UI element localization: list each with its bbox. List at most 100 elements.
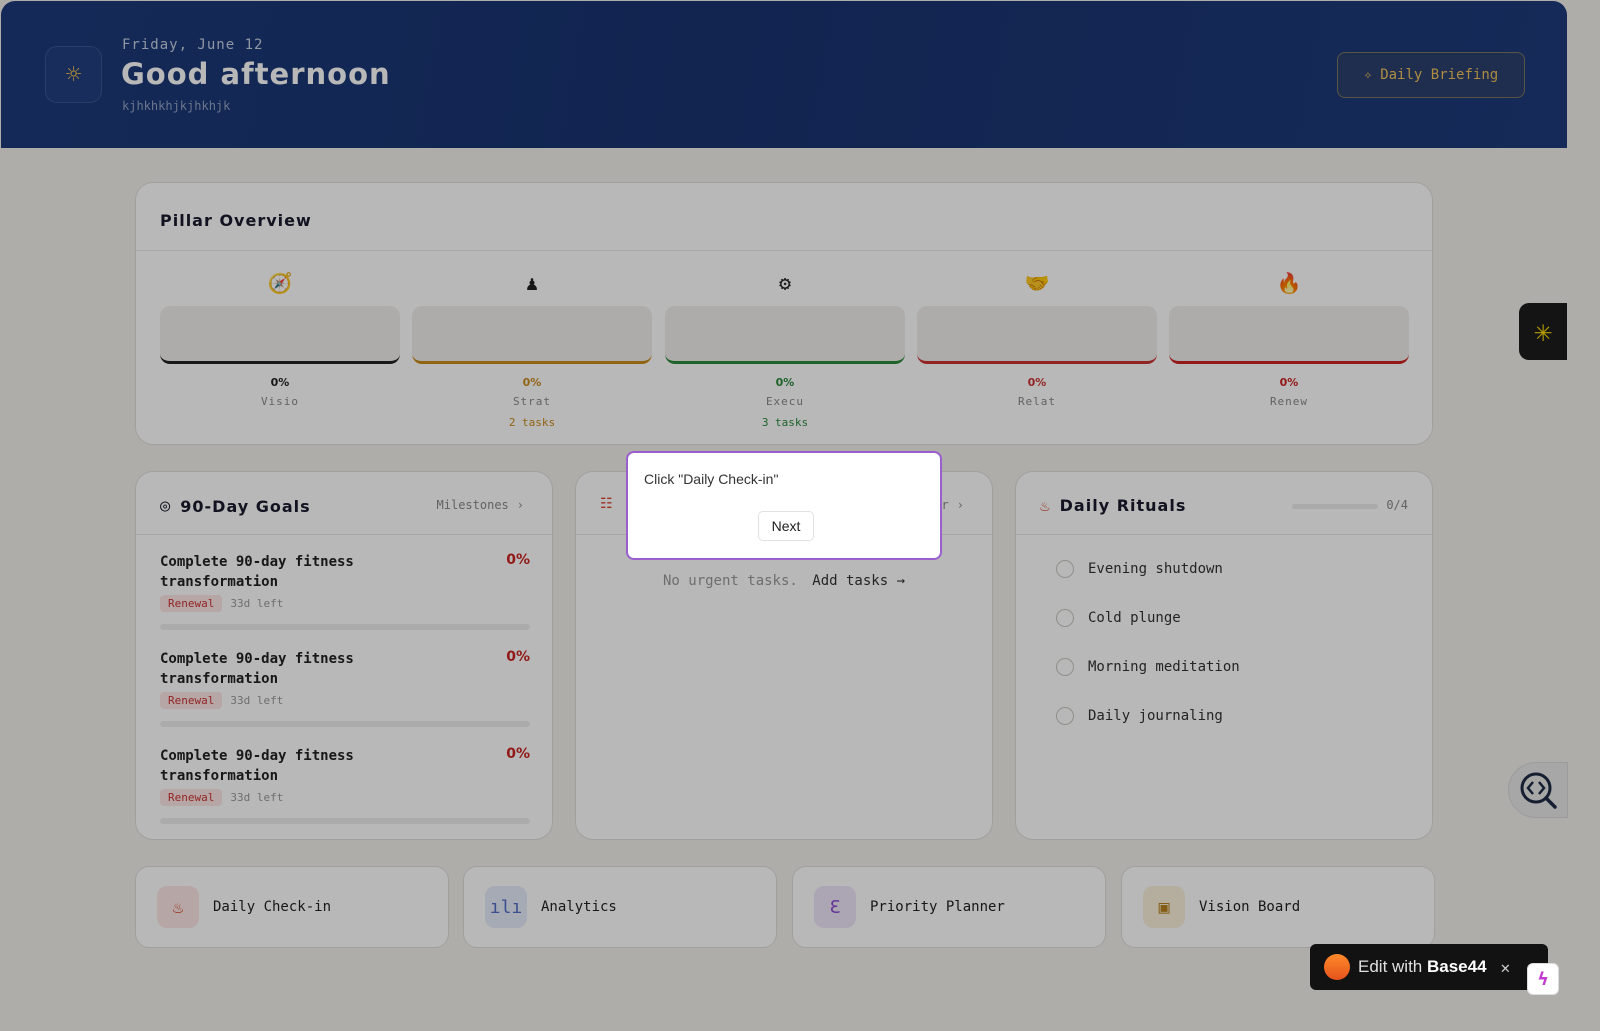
tasks-header-link[interactable]: r › xyxy=(942,498,964,512)
ritual-item[interactable]: Cold plunge xyxy=(1056,609,1181,627)
goal-progress-bar xyxy=(160,624,530,630)
edit-with-base44-button[interactable]: Edit with Base44 ✕ xyxy=(1310,944,1548,990)
pillar-execu[interactable]: ⚙ 0% Execu 3 tasks xyxy=(665,268,905,429)
ritual-label: Cold plunge xyxy=(1088,610,1181,626)
asterisk-widget-button[interactable]: ✳ xyxy=(1519,303,1567,360)
code-search-icon xyxy=(1520,772,1557,809)
image-icon: ▣ xyxy=(1143,886,1185,928)
header-date: Friday, June 12 xyxy=(122,37,264,53)
sun-icon: ☼ xyxy=(45,46,102,103)
quicklink-label: Daily Check-in xyxy=(213,899,332,915)
flame-icon: ♨ xyxy=(157,886,199,928)
quicklink-daily-check-in[interactable]: ♨ Daily Check-in xyxy=(135,866,449,948)
quicklink-label: Vision Board xyxy=(1199,899,1301,915)
pillar-name: Renew xyxy=(1269,395,1309,408)
tooltip-text: Click "Daily Check-in" xyxy=(644,471,779,487)
ritual-label: Daily journaling xyxy=(1088,708,1223,724)
daily-briefing-button[interactable]: ✧ Daily Briefing xyxy=(1337,52,1525,98)
header-subtitle: kjhkhkhjkjhkhjk xyxy=(122,99,231,113)
pillar-strat[interactable]: ♟ 0% Strat 2 tasks xyxy=(412,268,652,429)
list-checks-icon: ☷ xyxy=(600,496,613,512)
asterisk-icon: ✳ xyxy=(1533,314,1553,349)
goal-pillar-badge: Renewal xyxy=(160,595,223,612)
daily-briefing-label: Daily Briefing xyxy=(1380,67,1499,83)
base44-prefix: Edit with xyxy=(1358,957,1423,976)
pillar-bar xyxy=(665,306,905,364)
ritual-label: Evening shutdown xyxy=(1088,561,1223,577)
pillar-relat[interactable]: 🤝 0% Relat xyxy=(917,268,1157,416)
goal-item[interactable]: Complete 90-day fitness transformation 0%… xyxy=(160,649,530,727)
code-search-button[interactable] xyxy=(1508,762,1568,818)
header-greeting: Good afternoon xyxy=(121,57,391,91)
goal-progress-bar xyxy=(160,721,530,727)
quicklink-label: Analytics xyxy=(541,899,617,915)
ritual-item[interactable]: Morning meditation xyxy=(1056,658,1240,676)
pillar-percent: 0% xyxy=(1027,376,1047,389)
no-tasks-text: No urgent tasks. xyxy=(662,573,798,589)
pillar-bar xyxy=(1169,306,1409,364)
rituals-progress-bar xyxy=(1292,504,1378,509)
brain-icon: ℇ xyxy=(814,886,856,928)
pillar-visio[interactable]: 🧭 0% Visio xyxy=(160,268,400,416)
ritual-checkbox[interactable] xyxy=(1056,609,1074,627)
pillar-percent: 0% xyxy=(522,376,542,389)
close-icon[interactable]: ✕ xyxy=(1501,958,1511,977)
pillar-overview-title: Pillar Overview xyxy=(160,211,312,230)
flame-icon: ♨ xyxy=(1040,496,1050,515)
pillar-renew[interactable]: 🔥 0% Renew xyxy=(1169,268,1409,416)
pillar-name: Visio xyxy=(260,395,300,408)
quicklink-label: Priority Planner xyxy=(870,899,1005,915)
ritual-item[interactable]: Daily journaling xyxy=(1056,707,1223,725)
pillar-bar xyxy=(412,306,652,364)
pillar-bar xyxy=(160,306,400,364)
pillar-tasks: 2 tasks xyxy=(508,416,556,429)
goal-item[interactable]: Complete 90-day fitness transformation 0%… xyxy=(160,746,530,824)
ritual-checkbox[interactable] xyxy=(1056,560,1074,578)
pillar-icon: 🔥 xyxy=(1276,271,1302,295)
rituals-title: Daily Rituals xyxy=(1059,496,1187,515)
chevron-right-icon: › xyxy=(516,498,524,512)
dashboard-header: ☼ Friday, June 12 Good afternoon kjhkhkh… xyxy=(1,1,1567,148)
sparkle-icon: ✧ xyxy=(1363,67,1373,83)
pillar-bar xyxy=(917,306,1157,364)
quicklink-priority-planner[interactable]: ℇ Priority Planner xyxy=(792,866,1106,948)
rituals-count: 0/4 xyxy=(1386,498,1408,512)
quicklink-vision-board[interactable]: ▣ Vision Board xyxy=(1121,866,1435,948)
base44-logo-icon xyxy=(1324,954,1350,980)
lightning-badge-icon[interactable]: ϟ xyxy=(1527,963,1559,995)
tooltip-next-button[interactable]: Next xyxy=(758,511,814,541)
pillar-icon: 🧭 xyxy=(267,271,293,295)
goal-pillar-badge: Renewal xyxy=(160,692,223,709)
goal-days-left: 33d left xyxy=(230,597,284,610)
add-tasks-link[interactable]: Add tasks → xyxy=(812,573,905,589)
pillar-percent: 0% xyxy=(270,376,290,389)
quicklink-analytics[interactable]: ılı Analytics xyxy=(463,866,777,948)
milestones-link[interactable]: Milestones › xyxy=(437,498,524,512)
goal-percent: 0% xyxy=(506,552,530,568)
pillar-percent: 0% xyxy=(775,376,795,389)
pillar-name: Execu xyxy=(765,395,805,408)
goal-percent: 0% xyxy=(506,746,530,762)
chevron-right-icon: › xyxy=(956,498,964,512)
pillar-tasks: 3 tasks xyxy=(761,416,809,429)
goal-title: Complete 90-day fitness transformation xyxy=(160,554,354,590)
pillar-icon: 🤝 xyxy=(1024,271,1050,295)
goals-card: ◎ 90-Day Goals Milestones › Complete 90-… xyxy=(135,471,553,840)
goal-title: Complete 90-day fitness transformation xyxy=(160,748,354,784)
goal-percent: 0% xyxy=(506,649,530,665)
ritual-checkbox[interactable] xyxy=(1056,707,1074,725)
goal-days-left: 33d left xyxy=(230,694,284,707)
goal-pillar-badge: Renewal xyxy=(160,789,223,806)
rituals-card: ♨ Daily Rituals 0/4 Evening shutdown Cold… xyxy=(1015,471,1433,840)
pillar-name: Relat xyxy=(1017,395,1057,408)
goal-progress-bar xyxy=(160,818,530,824)
ritual-checkbox[interactable] xyxy=(1056,658,1074,676)
ritual-item[interactable]: Evening shutdown xyxy=(1056,560,1223,578)
pillar-name: Strat xyxy=(512,395,552,408)
ritual-label: Morning meditation xyxy=(1088,659,1240,675)
goals-title: 90-Day Goals xyxy=(180,496,311,516)
target-icon: ◎ xyxy=(160,496,171,516)
goal-title: Complete 90-day fitness transformation xyxy=(160,651,354,687)
goal-item[interactable]: Complete 90-day fitness transformation 0%… xyxy=(160,552,530,630)
goal-days-left: 33d left xyxy=(230,791,284,804)
